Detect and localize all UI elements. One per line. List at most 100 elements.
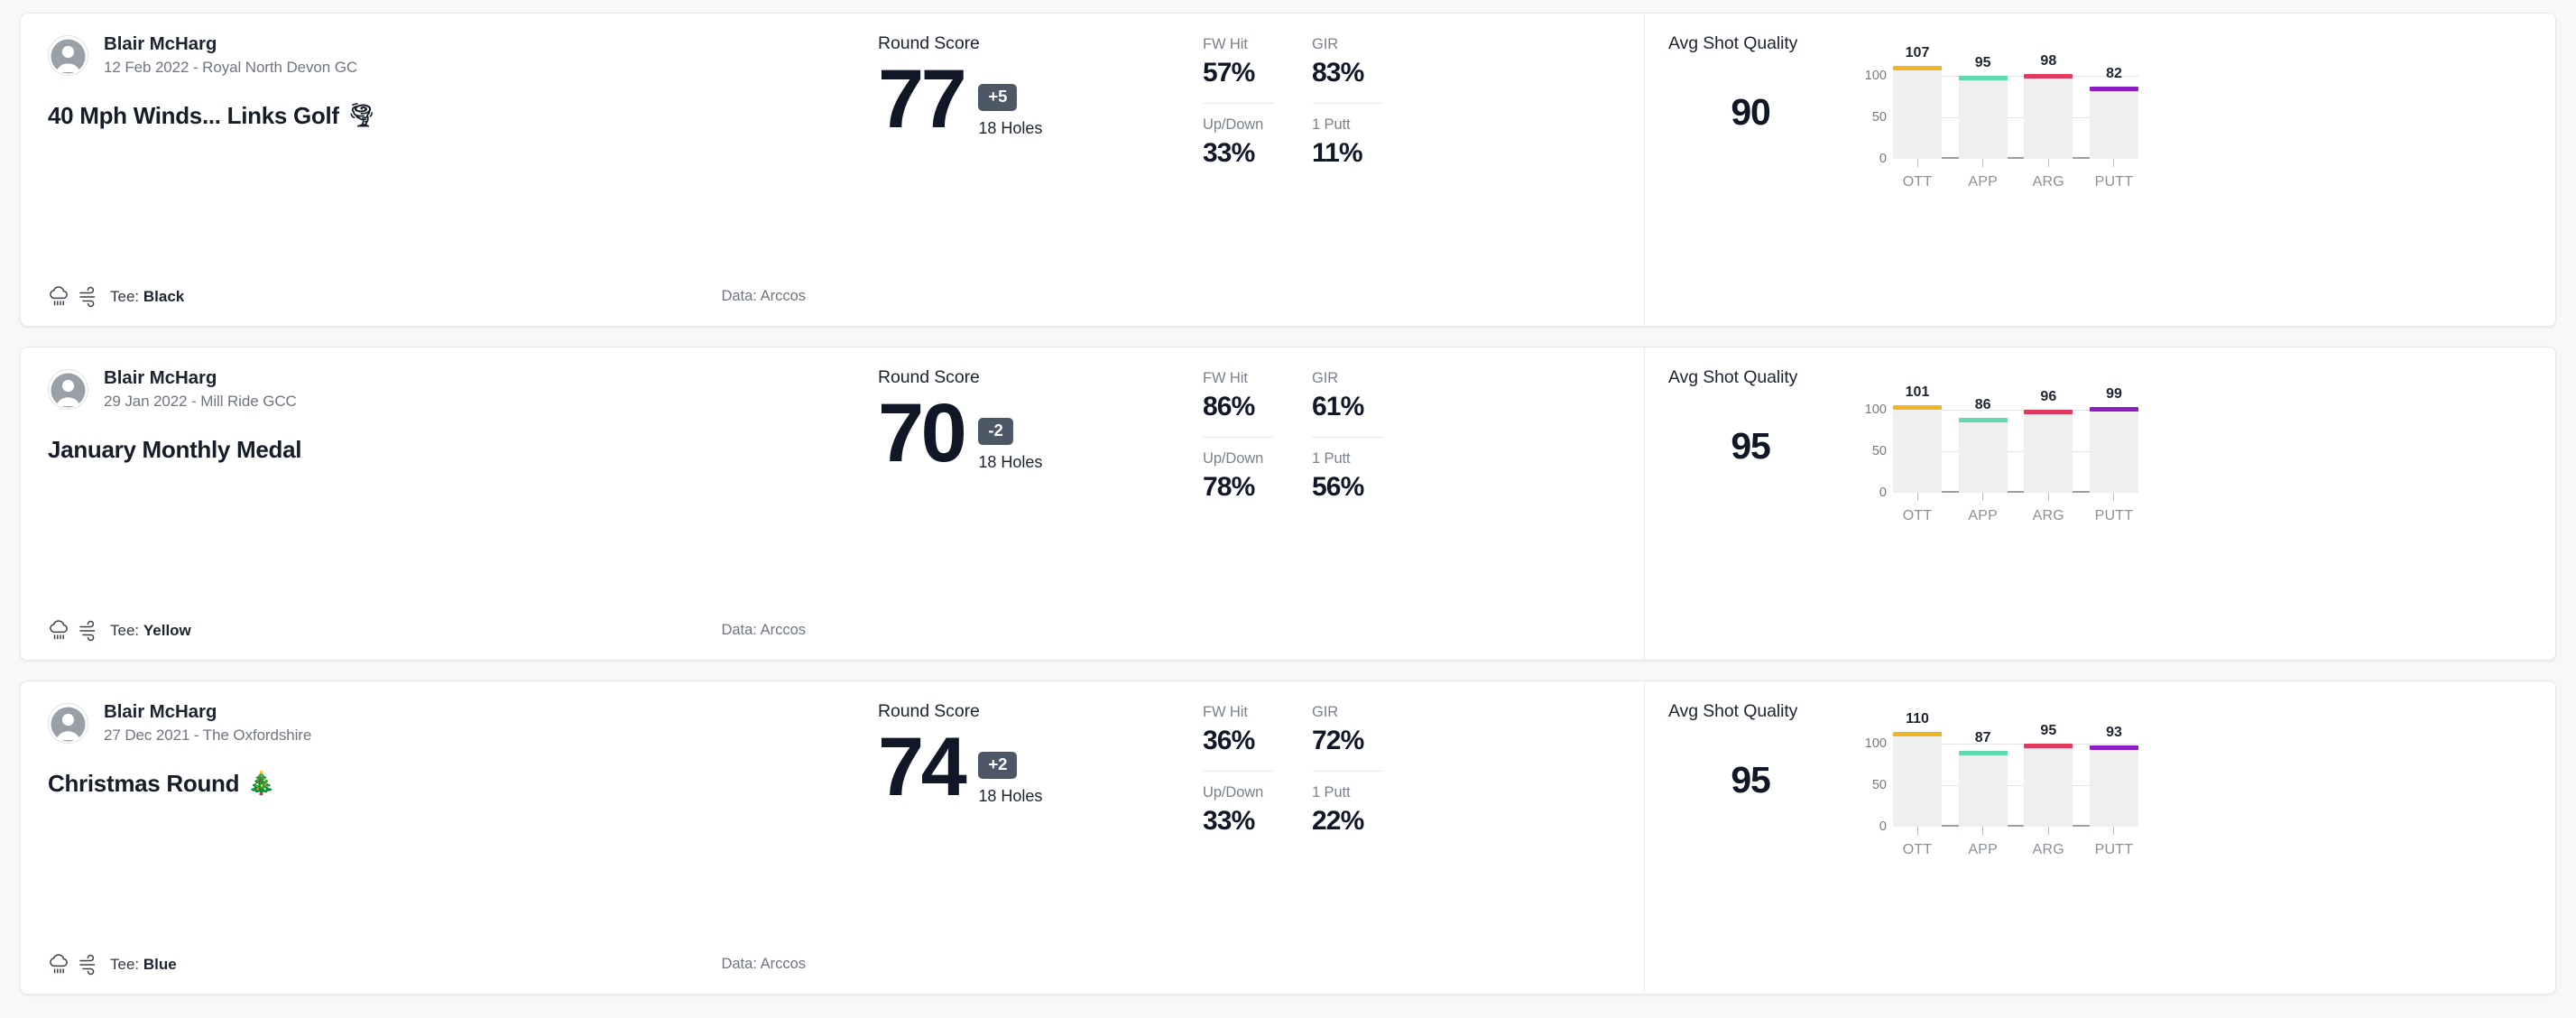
y-axis: 100 50 0 — [1860, 731, 1887, 834]
bar-cap-app — [1958, 751, 2008, 755]
score-side: +5 18 Holes — [978, 84, 1042, 138]
avatar-icon[interactable] — [48, 368, 88, 410]
player-row[interactable]: Blair McHarg 27 Dec 2021 - The Oxfordshir… — [48, 701, 826, 745]
stat-fw-hit: FW Hit 57% — [1203, 36, 1274, 104]
data-source: Data: Arccos — [721, 288, 806, 304]
round-footer: Tee: Blue Data: Arccos — [48, 953, 826, 976]
avatar-icon[interactable] — [48, 34, 88, 76]
stat-value: 78% — [1203, 472, 1255, 502]
rain-cloud-icon — [48, 953, 69, 976]
bar-value-label: 96 — [2040, 389, 2057, 404]
x-axis-label: PUTT — [2094, 508, 2134, 523]
conditions-icons — [48, 953, 100, 976]
bar-value-label: 99 — [2106, 386, 2122, 402]
x-axis-label: ARG — [2032, 842, 2064, 857]
score-row: 70 -2 18 Holes — [878, 392, 1176, 475]
bar-column[interactable]: 95 — [1958, 55, 2008, 159]
stat-one-putt: 1 Putt 11% — [1312, 104, 1383, 171]
stat-fw-hit: FW Hit 86% — [1203, 370, 1274, 438]
tee-prefix: Tee: — [110, 287, 143, 305]
round-footer: Tee: Yellow Data: Arccos — [48, 619, 826, 642]
chart-plot: 100 50 0 110 87 95 93 — [1860, 711, 2138, 834]
score-block: Round Score 74 +2 18 Holes — [878, 701, 1176, 809]
round-card[interactable]: Blair McHarg 12 Feb 2022 - Royal North De… — [20, 13, 2556, 327]
stat-value: 36% — [1203, 726, 1255, 755]
player-meta: Blair McHarg 12 Feb 2022 - Royal North De… — [104, 33, 357, 77]
round-title-text: Christmas Round — [48, 770, 240, 797]
conditions-icons — [48, 285, 100, 308]
bar-column[interactable]: 101 — [1893, 384, 1942, 493]
quality-hexagon-badge: 95 — [1697, 726, 1804, 834]
bar-column[interactable]: 93 — [2089, 725, 2138, 827]
x-tick-mark — [2113, 159, 2115, 167]
x-axis-label: APP — [1968, 508, 1998, 523]
stat-gir: GIR 72% — [1312, 704, 1383, 772]
round-card[interactable]: Blair McHarg 27 Dec 2021 - The Oxfordshir… — [20, 680, 2556, 995]
y-axis-tick: 0 — [1879, 152, 1887, 166]
bar-value-label: 82 — [2106, 66, 2122, 81]
bar-value-label: 107 — [1905, 45, 1930, 60]
bar-cap-putt — [2089, 407, 2138, 412]
x-axis-label: ARG — [2032, 508, 2064, 523]
round-card[interactable]: Blair McHarg 29 Jan 2022 - Mill Ride GCC J… — [20, 347, 2556, 661]
round-date-course: 27 Dec 2021 - The Oxfordshire — [104, 726, 312, 744]
avatar-icon[interactable] — [48, 702, 88, 744]
chart-plot: 100 50 0 101 86 96 99 — [1860, 384, 2138, 500]
bar-column[interactable]: 110 — [1893, 711, 1942, 827]
bar-column[interactable]: 96 — [2024, 389, 2073, 493]
stat-label: GIR — [1312, 704, 1339, 720]
wind-icon — [78, 619, 100, 642]
quality-score-value: 95 — [1731, 758, 1770, 801]
x-axis-label: OTT — [1902, 842, 1933, 857]
bar-column[interactable]: 95 — [2024, 723, 2073, 827]
stat-value: 56% — [1312, 472, 1364, 502]
quality-score-value: 90 — [1731, 90, 1770, 133]
x-tick-mark — [1982, 827, 1984, 835]
x-axis-item: APP — [1959, 827, 2008, 858]
round-title[interactable]: January Monthly Medal — [48, 436, 826, 464]
quality-hexagon-badge: 90 — [1697, 58, 1804, 166]
bar-column[interactable]: 98 — [2024, 53, 2073, 159]
x-axis-label: APP — [1968, 842, 1998, 857]
bar-column[interactable]: 86 — [1958, 397, 2008, 493]
stat-label: GIR — [1312, 370, 1339, 386]
stats-grid: FW Hit 36% GIR 72% Up/Down 33% 1 Putt 22% — [1203, 701, 1383, 838]
round-title-text: 40 Mph Winds... Links Golf — [48, 102, 339, 129]
score-pane: Round Score 74 +2 18 Holes FW Hit 36% GIR 72% Up… — [851, 681, 1645, 994]
tee-label: Tee: Blue — [110, 956, 177, 974]
round-title[interactable]: 40 Mph Winds... Links Golf 🌪 — [48, 102, 826, 130]
stat-value: 61% — [1312, 392, 1364, 421]
bar-column[interactable]: 99 — [2089, 386, 2138, 493]
shot-quality-pane: Avg Shot Quality 90 100 50 0 107 95 98 82 OTT APP A… — [1645, 14, 2555, 326]
bar-column[interactable]: 87 — [1958, 730, 2008, 827]
y-axis-tick: 0 — [1879, 819, 1887, 834]
round-summary-pane: Blair McHarg 27 Dec 2021 - The Oxfordshir… — [21, 681, 851, 994]
y-axis-tick: 100 — [1864, 402, 1887, 417]
round-score-label: Round Score — [878, 701, 980, 721]
bar-column[interactable]: 82 — [2089, 63, 2138, 159]
conditions-icons — [48, 619, 100, 642]
score-side: -2 18 Holes — [978, 418, 1042, 472]
x-axis-item: OTT — [1893, 493, 1942, 524]
shot-quality-bar-chart[interactable]: 100 50 0 110 87 95 93 OTT APP ARG PUTT — [1860, 711, 2138, 858]
tee-prefix: Tee: — [110, 955, 143, 973]
stats-grid: FW Hit 86% GIR 61% Up/Down 78% 1 Putt 56% — [1203, 367, 1383, 504]
holes-played: 18 Holes — [978, 118, 1043, 137]
y-axis-tick: 100 — [1864, 68, 1887, 83]
x-axis: OTT APP ARG PUTT — [1893, 159, 2138, 190]
y-axis-tick: 50 — [1871, 443, 1887, 458]
bar-value-label: 87 — [1974, 730, 1991, 745]
x-axis-label: PUTT — [2094, 842, 2134, 857]
stat-value: 33% — [1203, 138, 1255, 168]
rounds-feed: Blair McHarg 12 Feb 2022 - Royal North De… — [0, 0, 2576, 1018]
shot-quality-bar-chart[interactable]: 100 50 0 107 95 98 82 OTT APP ARG PUTT — [1860, 45, 2138, 190]
bars-area: 110 87 95 93 — [1893, 711, 2138, 827]
tee-label: Tee: Black — [110, 288, 184, 306]
round-title[interactable]: Christmas Round 🎄 — [48, 770, 826, 798]
y-axis: 100 50 0 — [1860, 63, 1887, 166]
bar-column[interactable]: 107 — [1893, 45, 1942, 159]
stat-one-putt: 1 Putt 56% — [1312, 438, 1383, 504]
player-row[interactable]: Blair McHarg 12 Feb 2022 - Royal North De… — [48, 33, 826, 77]
shot-quality-bar-chart[interactable]: 100 50 0 101 86 96 99 OTT APP ARG PUTT — [1860, 384, 2138, 524]
player-row[interactable]: Blair McHarg 29 Jan 2022 - Mill Ride GCC — [48, 367, 826, 411]
